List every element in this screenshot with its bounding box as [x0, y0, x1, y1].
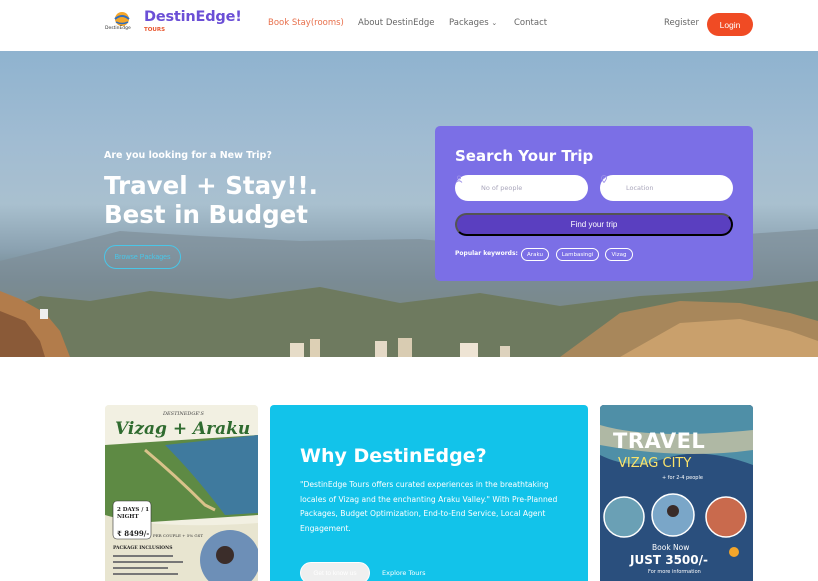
nav-packages-label: Packages [449, 18, 489, 28]
poster-right-title1: TRAVEL [613, 429, 706, 453]
nav-packages[interactable]: Packages ⌄ [449, 18, 497, 28]
hero-title-line2: Best in Budget [104, 200, 309, 229]
keyword-chip-vizag[interactable]: Vizag [605, 248, 633, 261]
poster-right-book-now: Book Now [652, 543, 690, 552]
nav-contact[interactable]: Contact [514, 18, 547, 28]
why-destinedge-card: Why DestinEdge? "DestinEdge Tours offers… [270, 405, 588, 581]
poster-left-inclusions-label: PACKAGE INCLUSIONS [113, 546, 173, 551]
location-placeholder: Location [626, 184, 654, 192]
search-trip-card: Search Your Trip No of people Location F… [435, 126, 753, 281]
vizag-araku-poster[interactable]: DESTINEDGE'S Vizag + Araku 2 DAYS / 1 NI… [105, 405, 258, 581]
brand-logo[interactable]: DestinEdge [105, 11, 137, 35]
why-body: "DestinEdge Tours offers curated experie… [300, 480, 558, 534]
search-title: Search Your Trip [455, 147, 594, 165]
popular-keywords-label: Popular keywords: [455, 250, 518, 257]
find-trip-button[interactable]: Find your trip [455, 213, 733, 236]
hero-title-line1: Travel + Stay!!. [104, 171, 318, 200]
poster-left-kicker: DESTINEDGE'S [163, 411, 204, 417]
keyword-chip-lambasingi[interactable]: Lambasingi [556, 248, 599, 261]
brand-subtitle: TOURS [144, 27, 166, 33]
why-title: Why DestinEdge? [300, 445, 487, 467]
nav-about[interactable]: About DestinEdge [358, 18, 435, 28]
hero-banner: Are you looking for a New Trip? Travel +… [0, 51, 818, 357]
travel-vizag-poster[interactable]: TRAVEL VIZAG CITY + for 2-4 people Book … [600, 405, 753, 581]
chevron-down-icon: ⌄ [491, 19, 498, 27]
browse-packages-button[interactable]: Browse Packages [104, 245, 181, 269]
poster-left-title: Vizag + Araku [115, 419, 251, 439]
site-header: DestinEdge DestinEdge! TOURS Book Stay(r… [0, 0, 818, 51]
logo-globe-icon [114, 12, 130, 26]
poster-left-duration: 2 DAYS / 1 NIGHT [117, 507, 150, 520]
keyword-chip-araku[interactable]: Araku [521, 248, 549, 261]
user-icon [455, 175, 475, 192]
register-link[interactable]: Register [664, 18, 699, 28]
hero-kicker: Are you looking for a New Trip? [104, 150, 272, 161]
get-to-know-us-button[interactable]: Get to know us [300, 562, 370, 581]
login-button[interactable]: Login [707, 13, 753, 36]
poster-left-price: ₹ 8499/- [117, 529, 150, 538]
poster-right-info: For more information [648, 569, 701, 575]
people-input[interactable]: No of people [455, 175, 588, 201]
poster-left-price-note: PER COUPLE + 5% GST [153, 533, 203, 538]
explore-tours-link[interactable]: Explore Tours [382, 569, 425, 577]
location-pin-icon [601, 175, 620, 192]
location-input[interactable]: Location [600, 175, 733, 201]
people-placeholder: No of people [481, 184, 523, 192]
brand-name[interactable]: DestinEdge! [144, 9, 242, 25]
nav-book-stay[interactable]: Book Stay(rooms) [268, 18, 344, 28]
logo-text: DestinEdge [105, 26, 131, 31]
poster-right-title2: VIZAG CITY [618, 456, 692, 471]
poster-right-note: + for 2-4 people [662, 475, 703, 481]
poster-left-inclusions-list [113, 555, 193, 579]
poster-right-price: JUST 3500/- [630, 553, 708, 567]
hero-title: Travel + Stay!!. Best in Budget [104, 171, 318, 229]
